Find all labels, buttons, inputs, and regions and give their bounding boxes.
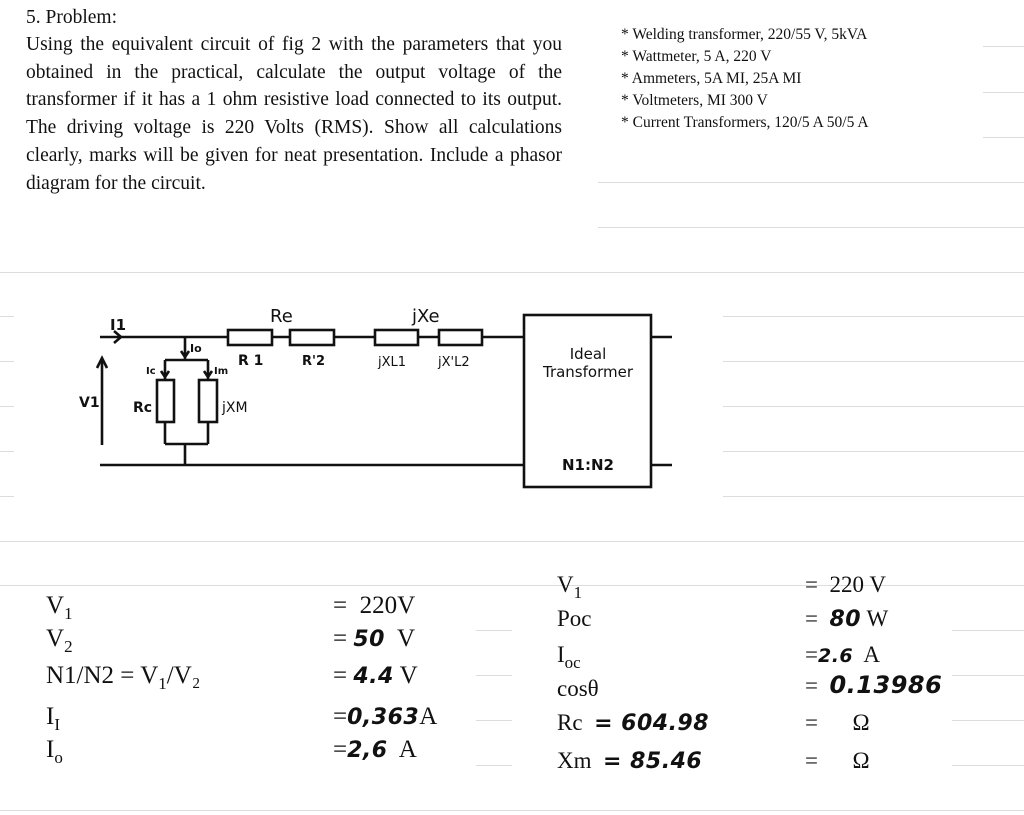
handwritten-value: 2,6 <box>347 738 388 763</box>
ruled-line <box>476 630 512 631</box>
handwritten-value: 0.13986 <box>829 671 943 699</box>
jxl1-label: jXL1 <box>377 355 406 370</box>
io-label: Io <box>190 342 202 355</box>
equation-lhs: Io <box>46 736 63 767</box>
ruled-line <box>983 92 1024 93</box>
ruled-line <box>952 630 1024 631</box>
rc-resistor <box>155 378 176 424</box>
ruled-line <box>476 720 512 721</box>
i1-label: I1 <box>110 316 126 334</box>
equation-value: =0,363A <box>333 703 438 730</box>
ruled-line <box>723 451 1024 452</box>
handwritten-value: = 604.98 <box>594 711 710 736</box>
ic-label: Ic <box>146 366 156 377</box>
handwritten-value: 2.6 <box>817 645 854 667</box>
jxm-reactance <box>197 378 219 424</box>
equation-lhs: V1 <box>557 572 583 602</box>
handwritten-value: 0,363 <box>347 705 420 730</box>
rc-label: Rc <box>133 400 152 416</box>
equation-lhs: Xm = 85.46 <box>557 748 703 774</box>
equation-value: = Ω <box>805 748 870 773</box>
equipment-list: * Welding transformer, 220/55 V, 5kVA * … <box>621 24 869 134</box>
jxe-label: jXe <box>411 306 440 327</box>
im-label: Im <box>214 366 228 377</box>
ruled-line <box>952 585 1024 586</box>
equation-value: =2,6 A <box>333 736 417 763</box>
jxl2-label: jX'L2 <box>437 355 470 370</box>
ruled-line <box>952 675 1024 676</box>
ruled-line <box>952 765 1024 766</box>
ruled-line <box>723 496 1024 497</box>
ruled-line <box>0 272 1024 273</box>
ideal-transformer-label: Ideal <box>570 345 607 363</box>
equation-lhs: N1/N2 = V1/V₂ <box>46 662 201 693</box>
equation-lhs: Rc = 604.98 <box>557 710 710 736</box>
ruled-line <box>476 765 512 766</box>
equivalent-circuit-diagram: I1 V1 Io Ic Im Rc jXM R 1 R'2 Re jXe jXL… <box>79 306 672 489</box>
equipment-item: * Ammeters, 5A MI, 25A MI <box>621 70 802 87</box>
equation-lhs: Poc <box>557 606 592 631</box>
equation-value: = 220 V <box>805 572 886 597</box>
v1-label: V1 <box>79 395 100 411</box>
jxm-label: jXM <box>221 400 248 416</box>
turns-ratio-label: N1:N2 <box>562 456 614 474</box>
ruled-line <box>983 137 1024 138</box>
equation-value: = Ω <box>805 710 870 735</box>
r1-label: R 1 <box>238 353 263 369</box>
equation-value: = 80 W <box>805 606 889 632</box>
equation-lhs: II <box>46 703 60 734</box>
equation-value: = 4.4 V <box>333 662 418 689</box>
ideal-transformer-label: Transformer <box>542 363 634 381</box>
ruled-line <box>0 541 1024 542</box>
jxl2-reactance <box>437 328 484 347</box>
re-label: Re <box>270 306 293 327</box>
equation-lhs: cosθ <box>557 676 599 701</box>
equation-lhs: V1 <box>46 592 73 623</box>
ruled-line <box>476 675 512 676</box>
handwritten-value: 50 <box>353 627 385 652</box>
handwritten-value: 80 <box>829 607 862 632</box>
r1-resistor <box>226 328 274 347</box>
ruled-line <box>598 182 1024 183</box>
handwritten-value: 4.4 <box>353 664 394 689</box>
problem-title: 5. Problem: <box>26 7 117 28</box>
equation-value: = 220V <box>333 592 416 619</box>
ruled-line <box>723 406 1024 407</box>
equation-value: = 50 V <box>333 625 416 652</box>
equation-lhs: Ioc <box>557 642 581 672</box>
ruled-line <box>0 810 1024 811</box>
equation-lhs: V2 <box>46 625 73 656</box>
ruled-line <box>598 227 1024 228</box>
jxl1-reactance <box>373 328 420 347</box>
equipment-item: * Wattmeter, 5 A, 220 V <box>621 48 772 65</box>
ruled-line <box>983 46 1024 47</box>
handwritten-value: = 85.46 <box>603 749 703 774</box>
equation-value: = 0.13986 <box>805 671 943 699</box>
r2-resistor <box>288 328 336 347</box>
r2-label: R'2 <box>302 354 325 369</box>
equipment-item: * Voltmeters, MI 300 V <box>621 92 768 109</box>
equipment-item: * Welding transformer, 220/55 V, 5kVA <box>621 26 868 43</box>
problem-body: Using the equivalent circuit of fig 2 wi… <box>26 34 562 194</box>
ruled-line <box>952 720 1024 721</box>
ruled-line <box>723 316 1024 317</box>
ruled-line <box>723 361 1024 362</box>
equipment-item: * Current Transformers, 120/5 A 50/5 A <box>621 114 869 131</box>
